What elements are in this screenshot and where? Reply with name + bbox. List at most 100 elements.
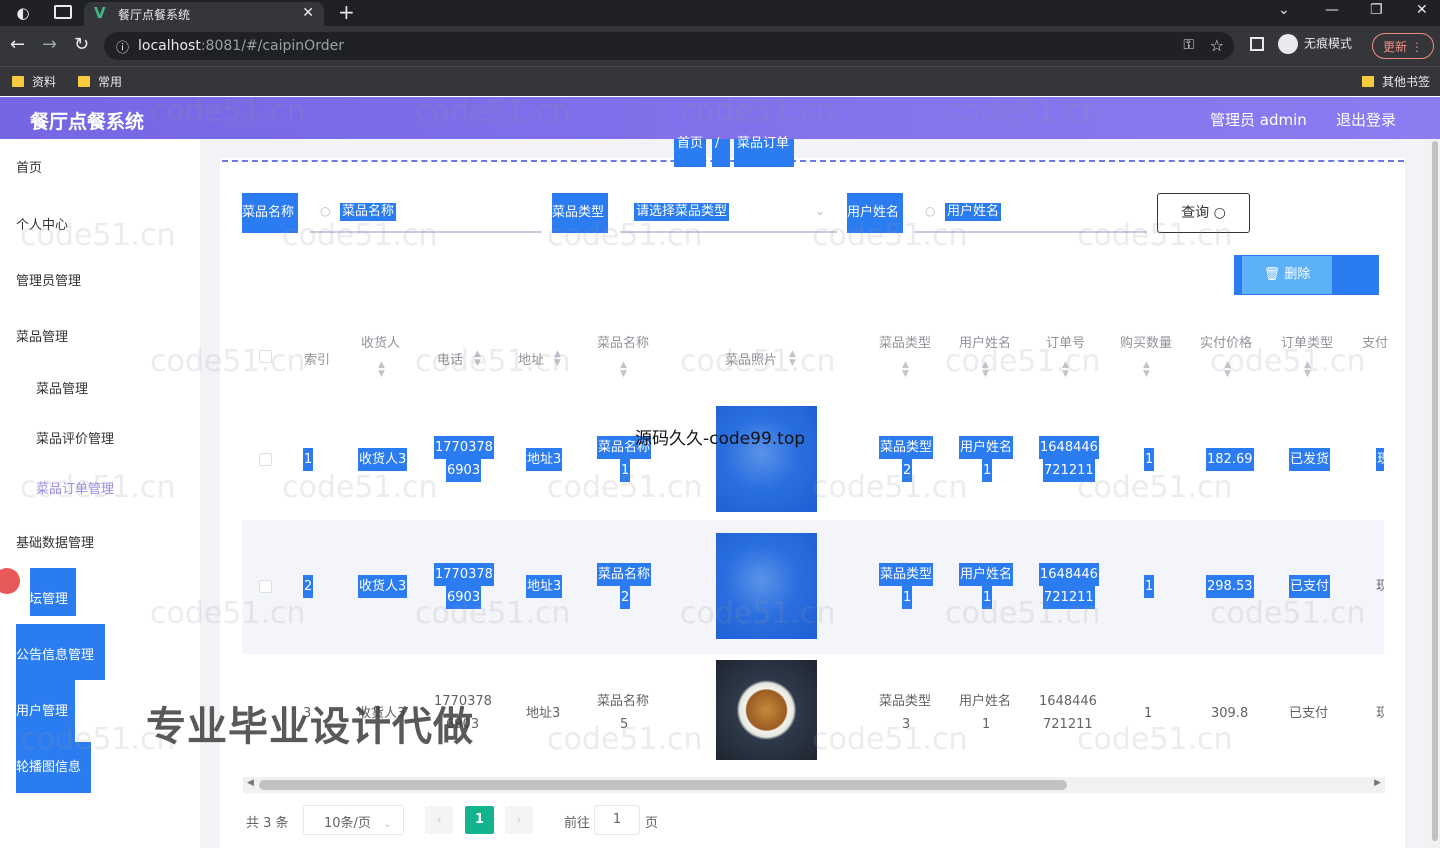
tab-title: 餐厅点餐系统 (118, 8, 191, 22)
sort-icon[interactable]: ▲ ▼ (902, 361, 909, 379)
th-index[interactable]: 索引 (304, 349, 330, 368)
tab-overview-icon[interactable] (54, 5, 72, 19)
site-info-icon[interactable]: ⓘ (116, 37, 129, 56)
watermark: code51.cn (1077, 722, 1233, 757)
cell-paid-price: 298.53 (1206, 575, 1254, 598)
cell-receiver: 收货人3 (358, 575, 408, 598)
th-quantity[interactable]: 购买数量 (1120, 332, 1172, 351)
pagination-total: 共 3 条 (246, 816, 289, 831)
next-page-button[interactable]: › (505, 806, 533, 834)
browser-menu-icon[interactable]: ◐ (14, 4, 32, 22)
watermark: code51.cn (415, 344, 571, 379)
watermark: code51.cn (1077, 218, 1233, 253)
watermark: code51.cn (150, 344, 306, 379)
sidebar-item-carousel[interactable]: 轮播图信息 (16, 756, 81, 775)
cell-user-name-2: 1 (982, 459, 993, 482)
watermark: code51.cn (680, 596, 836, 631)
watermark: code51.cn (680, 94, 836, 129)
forward-icon[interactable]: → (42, 34, 57, 55)
url-field[interactable]: ⓘ localhost:8081/#/caipinOrder ⚿ ☆ (104, 32, 1234, 60)
page-size-select[interactable]: 10条/页 ⌄ (303, 805, 404, 835)
th-pay[interactable]: 支付 (1362, 332, 1388, 351)
watermark: code51.cn (282, 218, 438, 253)
goto-page-input[interactable]: 1 (594, 805, 640, 835)
sidebar-item-dish-review[interactable]: 菜品评价管理 (36, 428, 114, 447)
watermark: code51.cn (547, 470, 703, 505)
cell-dish-type: 菜品类型 (879, 694, 932, 709)
logout-link[interactable]: 退出登录 (1336, 109, 1396, 130)
trash-icon: 🗑 (1263, 267, 1281, 282)
cell-index: 2 (303, 575, 314, 598)
watermark: code51.cn (20, 218, 176, 253)
scrollbar-thumb[interactable] (259, 780, 1067, 790)
sidebar-item-admin[interactable]: 管理员管理 (16, 270, 81, 289)
sort-icon[interactable]: ▲ ▼ (378, 361, 385, 379)
scrollbar-thumb[interactable] (1432, 141, 1438, 841)
delete-button[interactable]: 🗑 删除 (1242, 256, 1332, 294)
sidebar-item-dish[interactable]: 菜品管理 (36, 378, 88, 397)
window-close-icon[interactable]: ✕ (1416, 2, 1428, 18)
sidebar-item-forum[interactable]: 论坛管理 (16, 588, 68, 607)
promo-overlay-text: 专业毕业设计代做 (146, 704, 474, 750)
cell-phone: 1770378 (434, 563, 494, 586)
dish-photo[interactable] (716, 406, 817, 512)
th-receiver[interactable]: 收货人 (361, 332, 400, 351)
watermark: code51.cn (1210, 596, 1366, 631)
breadcrumb-current: 菜品订单 (734, 137, 794, 167)
watermark: code51.cn (1210, 344, 1366, 379)
search-icon: ○ (925, 204, 936, 218)
cell-dish-name-2: 2 (620, 586, 631, 609)
sort-icon[interactable]: ▲ ▼ (1143, 361, 1150, 379)
cell-order-type: 已支付 (1289, 575, 1331, 598)
page-suffix: 页 (645, 816, 659, 831)
reload-icon[interactable]: ↻ (74, 34, 89, 55)
cell-order-no: 1648446 (1039, 694, 1097, 709)
source-overlay-text: 源码久久-code99.top (635, 429, 806, 449)
th-dish-name[interactable]: 菜品名称 (597, 332, 649, 351)
row-checkbox[interactable] (259, 580, 272, 593)
th-dish-type[interactable]: 菜品类型 (879, 332, 931, 351)
watermark: code51.cn (547, 218, 703, 253)
watermark: code51.cn (20, 470, 176, 505)
vue-favicon-icon: V (94, 4, 106, 22)
side-panel-icon[interactable] (1250, 37, 1264, 51)
browser-tab[interactable]: V 餐厅点餐系统 ✕ (84, 2, 324, 26)
page-vertical-scrollbar[interactable] (1430, 139, 1440, 848)
sidebar-item-dish-menu[interactable]: 菜品管理 (16, 326, 68, 345)
breadcrumb-home[interactable]: 首页 (674, 137, 706, 167)
watermark: code51.cn (680, 344, 836, 379)
sort-icon[interactable]: ▲ ▼ (620, 361, 627, 379)
row-checkbox[interactable] (259, 453, 272, 466)
minimize-icon[interactable]: — (1325, 2, 1339, 18)
folder-icon (1362, 76, 1374, 87)
breadcrumb-separator: / (712, 137, 730, 167)
dish-photo[interactable] (716, 660, 817, 760)
scroll-right-icon[interactable]: ▶ (1374, 778, 1381, 788)
url-text: localhost:8081/#/caipinOrder (138, 38, 344, 54)
tab-close-icon[interactable]: ✕ (302, 5, 314, 21)
bookmark-star-icon[interactable]: ☆ (1210, 36, 1224, 55)
prev-page-button[interactable]: ‹ (425, 806, 453, 834)
bookmark-folder-ziliao[interactable]: 资料 (12, 73, 56, 90)
new-tab-icon[interactable]: + (338, 0, 355, 24)
delete-button-wrap: 🗑 删除 (1234, 255, 1379, 295)
current-page[interactable]: 1 (465, 806, 494, 834)
back-icon[interactable]: ← (10, 34, 25, 55)
tab-search-icon[interactable]: ⌄ (1278, 2, 1290, 18)
watermark: code51.cn (150, 94, 306, 129)
password-key-icon[interactable]: ⚿ (1183, 37, 1194, 53)
current-user: 管理员 admin (1210, 111, 1307, 129)
restore-icon[interactable]: ❐ (1370, 2, 1383, 18)
update-button[interactable]: 更新 ⋮ (1372, 33, 1434, 59)
table-horizontal-scrollbar[interactable]: ◀ ▶ (243, 777, 1385, 793)
chevron-down-icon: ⌄ (383, 819, 392, 830)
sidebar-item-basic-data[interactable]: 基础数据管理 (16, 532, 94, 551)
incognito-indicator: 无痕模式 (1278, 34, 1352, 54)
sidebar-item-users[interactable]: 用户管理 (16, 700, 68, 719)
sidebar-item-notice[interactable]: 公告信息管理 (16, 644, 94, 663)
bookmark-folder-changyong[interactable]: 常用 (78, 73, 122, 90)
bookmark-folder-other[interactable]: 其他书签 (1362, 73, 1430, 90)
scroll-left-icon[interactable]: ◀ (247, 778, 254, 788)
watermark: code51.cn (812, 722, 968, 757)
sidebar-item-home[interactable]: 首页 (16, 157, 42, 176)
